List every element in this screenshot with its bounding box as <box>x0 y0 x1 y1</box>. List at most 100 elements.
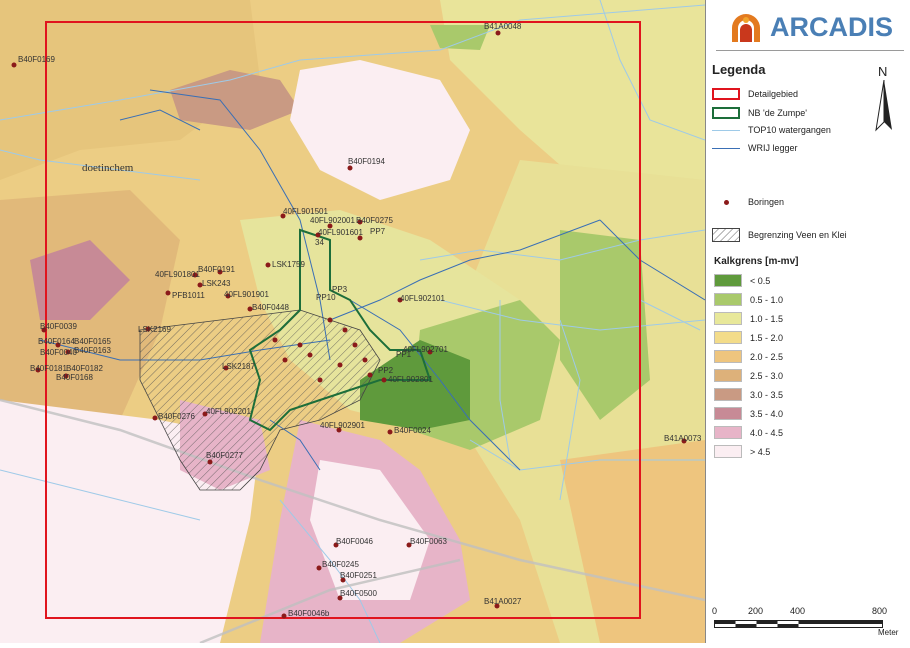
borehole-label: PFB1011 <box>172 291 205 300</box>
wrij-swatch <box>712 147 740 149</box>
borehole-label: B40F0039 <box>40 322 77 331</box>
borehole-label: 34 <box>315 238 324 247</box>
zumpe-swatch <box>712 107 740 119</box>
legend-label: Detailgebied <box>748 89 799 99</box>
borehole-label: B40F0046 <box>336 537 373 546</box>
class-label: 4.0 - 4.5 <box>750 427 784 438</box>
borehole-label: 40FL902901 <box>320 421 365 430</box>
borehole-dot <box>342 327 348 333</box>
borehole-label: B40F0191 <box>198 265 235 274</box>
borehole-dot <box>307 352 313 358</box>
legend-label: Begrenzing Veen en Klei <box>748 230 847 240</box>
borehole-label: B40F0168 <box>56 373 93 382</box>
borehole-label: B41A0073 <box>664 434 702 443</box>
scale-bar-graphic <box>714 620 883 628</box>
borehole-label: PP10 <box>316 293 336 302</box>
class-swatch <box>714 426 742 439</box>
class-swatch <box>714 331 742 344</box>
borehole-label: B40F0165 <box>74 337 111 346</box>
legend-item-boringen: Boringen <box>712 197 784 207</box>
borehole-label: B40F0063 <box>410 537 447 546</box>
legend-panel: ARCADIS Legenda N Detailgebied NB 'de Zu… <box>706 0 910 643</box>
map-canvas[interactable]: doetinchem B41A0048 B40F0169 B40F0194 40… <box>0 0 706 645</box>
class-row: > 4.5 <box>714 445 770 458</box>
borehole-label: PP2 <box>378 366 394 375</box>
borehole-label: B40F0500 <box>340 589 377 598</box>
class-row: 2.5 - 3.0 <box>714 369 783 382</box>
arcadis-logo-icon <box>732 14 760 42</box>
borehole-dot <box>272 337 278 343</box>
legend-item-top10: TOP10 watergangen <box>712 125 831 135</box>
class-label: 2.0 - 2.5 <box>750 351 784 362</box>
legend-item-wrij: WRIJ legger <box>712 143 798 153</box>
borehole-label: PP7 <box>370 227 386 236</box>
north-label: N <box>878 64 888 79</box>
detailgebied-swatch <box>712 88 740 100</box>
borehole-label: 40FL902101 <box>400 294 445 303</box>
borehole-label: 40FL901801 <box>155 270 200 279</box>
borehole-dot <box>387 429 393 435</box>
borehole-label: LSK2187 <box>222 362 255 371</box>
borehole-label: 40FL901501 <box>283 207 328 216</box>
borehole-dot <box>327 317 333 323</box>
class-label: 1.0 - 1.5 <box>750 313 784 324</box>
borehole-dot <box>317 377 323 383</box>
legend-title: Legenda <box>712 62 766 77</box>
class-swatch <box>714 350 742 363</box>
borehole-label: B40F0448 <box>252 303 289 312</box>
class-row: 1.5 - 2.0 <box>714 331 783 344</box>
class-row: 1.0 - 1.5 <box>714 312 783 325</box>
borehole-dot <box>207 459 213 465</box>
scale-tick: 200 <box>748 606 764 616</box>
borehole-label: B40F0181 <box>30 364 67 373</box>
scale-tick: 800 <box>872 606 888 616</box>
borehole-label: B40F0245 <box>322 560 359 569</box>
borehole-dot <box>282 357 288 363</box>
legend-label: TOP10 watergangen <box>748 125 831 135</box>
legend-item-veen-klei: Begrenzing Veen en Klei <box>712 228 847 242</box>
borehole-label: B40F0169 <box>18 55 55 64</box>
legend-label: NB 'de Zumpe' <box>748 108 807 118</box>
boring-dot-icon <box>723 199 729 205</box>
borehole-dots <box>11 30 687 619</box>
hatch-swatch <box>712 228 740 242</box>
borehole-dot <box>362 357 368 363</box>
class-swatch <box>714 293 742 306</box>
class-swatch <box>714 369 742 382</box>
borehole-dot <box>337 362 343 368</box>
borehole-label: 40FL902201 <box>206 407 251 416</box>
class-label: 3.5 - 4.0 <box>750 408 784 419</box>
borehole-dot <box>265 262 271 268</box>
class-label: < 0.5 <box>750 275 771 286</box>
class-row: < 0.5 <box>714 274 770 287</box>
borehole-dot <box>152 415 158 421</box>
borehole-label: B40F0046b <box>288 609 330 618</box>
class-row: 4.0 - 4.5 <box>714 426 783 439</box>
scale-tick: 400 <box>790 606 806 616</box>
class-label: > 4.5 <box>750 446 771 457</box>
class-row: 0.5 - 1.0 <box>714 293 783 306</box>
borehole-dot <box>367 372 373 378</box>
legend-label: Boringen <box>748 197 785 207</box>
borehole-label: PP1 <box>396 350 412 359</box>
class-swatch <box>714 274 742 287</box>
borehole-label: 40FL901601 <box>318 228 363 237</box>
borehole-label: 40FL902001 <box>310 216 355 225</box>
borehole-dot <box>495 30 501 36</box>
legend-item-zumpe: NB 'de Zumpe' <box>712 107 807 119</box>
borehole-label: 40FL901901 <box>224 290 269 299</box>
borehole-label: B40F0164 <box>38 337 75 346</box>
borehole-dot <box>316 565 322 571</box>
borehole-label: B40F0163 <box>74 346 111 355</box>
class-label: 1.5 - 2.0 <box>750 332 784 343</box>
borehole-label: B40F0276 <box>158 412 195 421</box>
borehole-label: LSK2169 <box>138 325 171 334</box>
borehole-label: LSK1759 <box>272 260 305 269</box>
borehole-label: B41A0048 <box>484 22 522 31</box>
class-swatch <box>714 407 742 420</box>
class-swatch <box>714 388 742 401</box>
borehole-label: B40F0251 <box>340 571 377 580</box>
borehole-label: B40F0040 <box>40 348 77 357</box>
logo: ARCADIS <box>716 6 904 51</box>
borehole-label: B40F0024 <box>394 426 431 435</box>
